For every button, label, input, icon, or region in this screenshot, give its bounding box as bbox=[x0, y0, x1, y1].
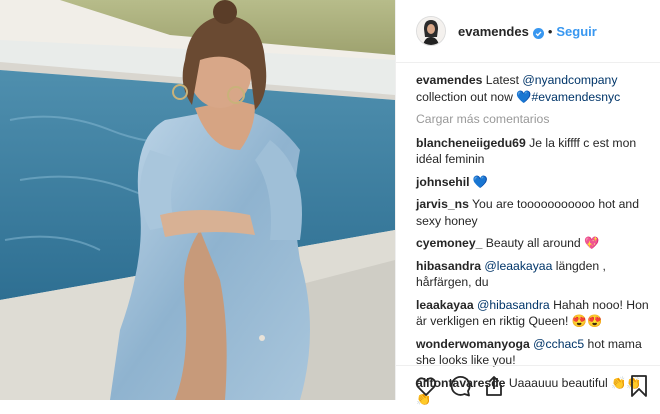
verified-badge-icon bbox=[532, 26, 544, 39]
follow-button[interactable]: Seguir bbox=[556, 24, 596, 39]
comments-list: evamendes Latest @nyandcompany collectio… bbox=[416, 72, 652, 414]
comment-mention[interactable]: @hibasandra bbox=[477, 298, 550, 312]
share-icon[interactable] bbox=[482, 374, 506, 398]
comment-username[interactable]: johnsehil bbox=[416, 175, 470, 189]
comment-emoji: 💙 bbox=[472, 174, 489, 189]
post-header: evamendes • Seguir bbox=[396, 0, 660, 63]
comment-text: Beauty all around bbox=[485, 236, 581, 250]
action-bar bbox=[396, 365, 660, 401]
comment-icon[interactable] bbox=[448, 374, 472, 398]
caption-hashtag[interactable]: #evamendesnyc bbox=[531, 90, 620, 104]
post-photo-image bbox=[0, 0, 395, 400]
caption: evamendes Latest @nyandcompany collectio… bbox=[416, 72, 652, 105]
post-sidebar: evamendes • Seguir evamendes Latest @nya… bbox=[395, 0, 660, 406]
comment-mention[interactable]: @cchac5 bbox=[533, 337, 584, 351]
comment-emoji: 💖 bbox=[584, 236, 600, 250]
comment-mention[interactable]: @leaakayaa bbox=[484, 259, 552, 273]
heart-icon[interactable] bbox=[414, 374, 438, 398]
caption-emoji: 💙 bbox=[516, 89, 532, 104]
caption-mention[interactable]: @nyandcompany bbox=[522, 73, 617, 87]
post-photo[interactable] bbox=[0, 0, 395, 400]
comment: jarvis_ns You are tooooooooooo hot and s… bbox=[416, 196, 652, 229]
caption-username[interactable]: evamendes bbox=[416, 73, 482, 87]
load-more-comments[interactable]: Cargar más comentarios bbox=[416, 111, 652, 128]
comment-username[interactable]: cyemoney_ bbox=[416, 236, 482, 250]
caption-text-after: collection out now bbox=[416, 89, 517, 104]
bookmark-icon[interactable] bbox=[627, 374, 651, 398]
comment: cyemoney_ Beauty all around 💖 bbox=[416, 235, 652, 252]
comment: wonderwomanyoga @cchac5 hot mama she loo… bbox=[416, 336, 652, 369]
comment: blancheneiigedu69 Je la kiffff c est mon… bbox=[416, 135, 652, 168]
comment: johnsehil 💙 bbox=[416, 174, 652, 191]
comment-username[interactable]: wonderwomanyoga bbox=[416, 337, 530, 351]
comment: leaakayaa @hibasandra Hahah nooo! Hon är… bbox=[416, 297, 652, 330]
header-username[interactable]: evamendes bbox=[458, 24, 529, 39]
comment-emoji: 😍😍 bbox=[571, 314, 603, 328]
comment-username[interactable]: jarvis_ns bbox=[416, 197, 469, 211]
comment-username[interactable]: leaakayaa bbox=[416, 298, 474, 312]
comment-username[interactable]: blancheneiigedu69 bbox=[416, 136, 526, 150]
header-separator: • bbox=[547, 23, 553, 39]
caption-text-before: Latest bbox=[485, 73, 523, 87]
instagram-post: evamendes • Seguir evamendes Latest @nya… bbox=[0, 0, 660, 406]
comment: hibasandra @leaakayaa längden , hårfärge… bbox=[416, 258, 652, 291]
comment-username[interactable]: hibasandra bbox=[416, 259, 481, 273]
avatar-image bbox=[417, 17, 445, 45]
avatar[interactable] bbox=[416, 16, 446, 46]
